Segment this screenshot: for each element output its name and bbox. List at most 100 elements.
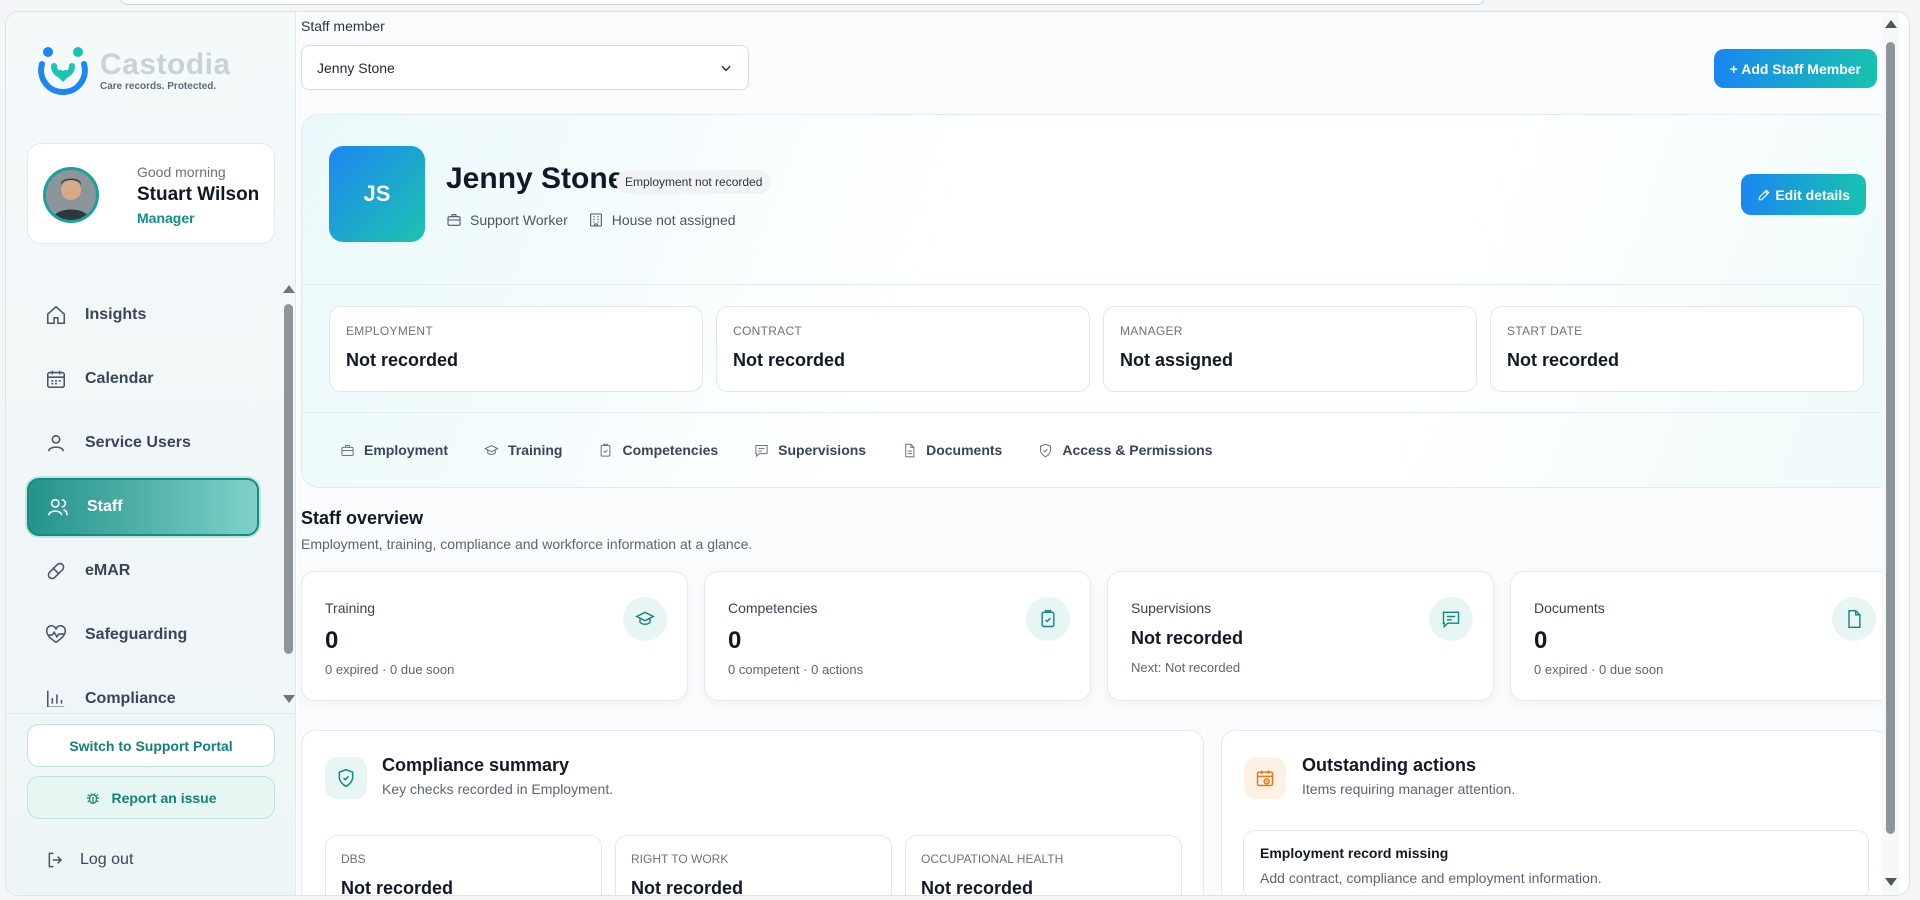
stat-value: Not recorded <box>346 350 459 370</box>
sidebar-item-emar[interactable]: eMAR <box>27 542 259 600</box>
main-content: Staff member Jenny Stone + Add Staff Mem… <box>297 12 1899 895</box>
report-issue-button[interactable]: Report an issue <box>27 776 275 819</box>
tab-supervisions[interactable]: Supervisions <box>754 442 866 458</box>
sidebar: Castodia Care records. Protected. Good m… <box>6 12 296 895</box>
compliance-checks: DBS Not recorded RIGHT TO WORK Not recor… <box>325 835 1182 895</box>
home-icon <box>46 305 66 325</box>
main-scrollbar[interactable] <box>1882 12 1899 895</box>
logout-icon <box>48 852 63 868</box>
overview-title: Staff overview <box>301 508 424 528</box>
avatar <box>43 167 99 223</box>
staff-profile-card: JS Jenny Stone Employment not recorded S… <box>301 114 1893 488</box>
staff-house: House not assigned <box>588 212 736 228</box>
castodia-logo-icon <box>38 47 88 96</box>
logout-button[interactable]: Log out <box>46 850 133 870</box>
staff-member-select[interactable]: Jenny Stone <box>301 45 749 90</box>
brand-logo[interactable]: Castodia Care records. Protected. <box>34 42 231 100</box>
sidebar-item-insights[interactable]: Insights <box>27 286 259 344</box>
edit-details-button[interactable]: Edit details <box>1741 174 1866 215</box>
outstanding-actions-panel: Outstanding actions Items requiring mana… <box>1221 730 1888 895</box>
compliance-title: Compliance summary <box>382 755 570 775</box>
action-item[interactable]: Employment record missing Add contract, … <box>1243 830 1869 895</box>
sidebar-item-calendar[interactable]: Calendar <box>27 350 259 408</box>
sidebar-item-label: Insights <box>85 306 147 323</box>
outstanding-title: Outstanding actions <box>1302 755 1477 775</box>
stat-employment: EMPLOYMENT Not recorded <box>329 306 703 392</box>
tab-label: Employment <box>364 442 449 458</box>
stat-value: Not recorded <box>733 350 846 370</box>
scroll-up-arrow[interactable] <box>1885 20 1897 28</box>
card-value: 0 <box>1534 627 1548 654</box>
document-icon <box>905 443 915 457</box>
check-key: RIGHT TO WORK <box>631 852 729 866</box>
brand-tagline: Care records. Protected. <box>100 81 217 92</box>
training-card[interactable]: Training 0 0 expired · 0 due soon <box>301 571 688 701</box>
check-occupational-health: OCCUPATIONAL HEALTH Not recorded <box>905 835 1182 895</box>
message-icon <box>1442 611 1460 629</box>
overview-subtitle: Employment, training, compliance and wor… <box>301 536 753 552</box>
clipboard-check-icon <box>601 443 611 457</box>
user-name: Stuart Wilson <box>137 184 260 205</box>
staff-stat-row: EMPLOYMENT Not recorded CONTRACT Not rec… <box>329 306 1864 392</box>
heart-pulse-icon <box>46 624 66 644</box>
supervisions-card[interactable]: Supervisions Not recorded Next: Not reco… <box>1107 571 1494 701</box>
main-scroll-thumb[interactable] <box>1886 42 1895 834</box>
message-icon <box>755 444 768 457</box>
calendar-icon <box>46 370 66 389</box>
staff-house-text: House not assigned <box>611 212 736 228</box>
sidebar-item-safeguarding[interactable]: Safeguarding <box>27 606 259 664</box>
overview-cards: Training 0 0 expired · 0 due soon Compet… <box>301 571 1897 701</box>
card-subtext: 0 expired · 0 due soon <box>325 662 455 677</box>
action-title: Employment record missing <box>1260 845 1449 861</box>
tab-label: Competencies <box>622 442 719 458</box>
card-subtext: 0 competent · 0 actions <box>728 662 864 677</box>
tab-label: Training <box>508 442 563 458</box>
staff-meta: Support Worker House not assigned <box>446 212 736 228</box>
sidebar-item-label: Safeguarding <box>85 626 188 643</box>
tab-access-permissions[interactable]: Access & Permissions <box>1038 442 1213 458</box>
add-staff-member-button[interactable]: + Add Staff Member <box>1713 49 1877 88</box>
stat-manager: MANAGER Not assigned <box>1103 306 1477 392</box>
card-title: Documents <box>1534 600 1605 616</box>
compliance-summary-panel: Compliance summary Key checks recorded i… <box>301 730 1204 895</box>
competencies-card[interactable]: Competencies 0 0 competent · 0 actions <box>704 571 1091 701</box>
stat-key: EMPLOYMENT <box>346 324 434 338</box>
clipboard-check-icon <box>1041 609 1055 628</box>
scroll-down-arrow[interactable] <box>1885 878 1897 886</box>
graduation-cap-icon <box>635 611 655 625</box>
profile-tabs: Employment Training Competencies Supervi… <box>340 442 1213 458</box>
sidebar-scroll-thumb[interactable] <box>284 304 293 654</box>
outstanding-subtitle: Items requiring manager attention. <box>1302 781 1516 797</box>
sidebar-item-compliance[interactable]: Compliance <box>27 670 259 707</box>
switch-portal-button[interactable]: Switch to Support Portal <box>27 724 275 767</box>
staff-role: Support Worker <box>446 212 568 228</box>
card-title: Competencies <box>728 600 818 616</box>
tab-training[interactable]: Training <box>484 442 562 458</box>
browser-address-bar[interactable] <box>120 0 1485 5</box>
check-dbs: DBS Not recorded <box>325 835 602 895</box>
scroll-down-arrow[interactable] <box>283 695 295 703</box>
sidebar-item-label: Service Users <box>85 434 191 451</box>
tab-employment[interactable]: Employment <box>340 442 448 458</box>
staff-name: Jenny Stone <box>446 162 625 195</box>
user-card: Good morning Stuart Wilson Manager <box>27 143 275 244</box>
sidebar-item-label: eMAR <box>85 562 131 579</box>
sidebar-item-staff[interactable]: Staff <box>27 478 259 536</box>
shield-icon <box>1040 443 1052 457</box>
card-value: Not recorded <box>1131 628 1244 648</box>
tab-competencies[interactable]: Competencies <box>598 442 718 458</box>
documents-card[interactable]: Documents 0 0 expired · 0 due soon <box>1510 571 1897 701</box>
profile-divider <box>302 284 1892 285</box>
staff-initials-avatar: JS <box>329 146 425 242</box>
card-subtext: Next: Not recorded <box>1131 660 1241 675</box>
tab-documents[interactable]: Documents <box>902 442 1002 458</box>
stat-value: Not recorded <box>1507 350 1620 370</box>
check-key: OCCUPATIONAL HEALTH <box>921 852 1064 866</box>
graduation-cap-icon <box>484 444 499 455</box>
user-icon <box>47 434 65 452</box>
sidebar-item-service-users[interactable]: Service Users <box>27 414 259 472</box>
pencil-icon <box>1759 189 1770 200</box>
logout-label: Log out <box>80 851 134 868</box>
tabs-divider <box>302 412 1892 413</box>
scroll-up-arrow[interactable] <box>283 285 295 293</box>
